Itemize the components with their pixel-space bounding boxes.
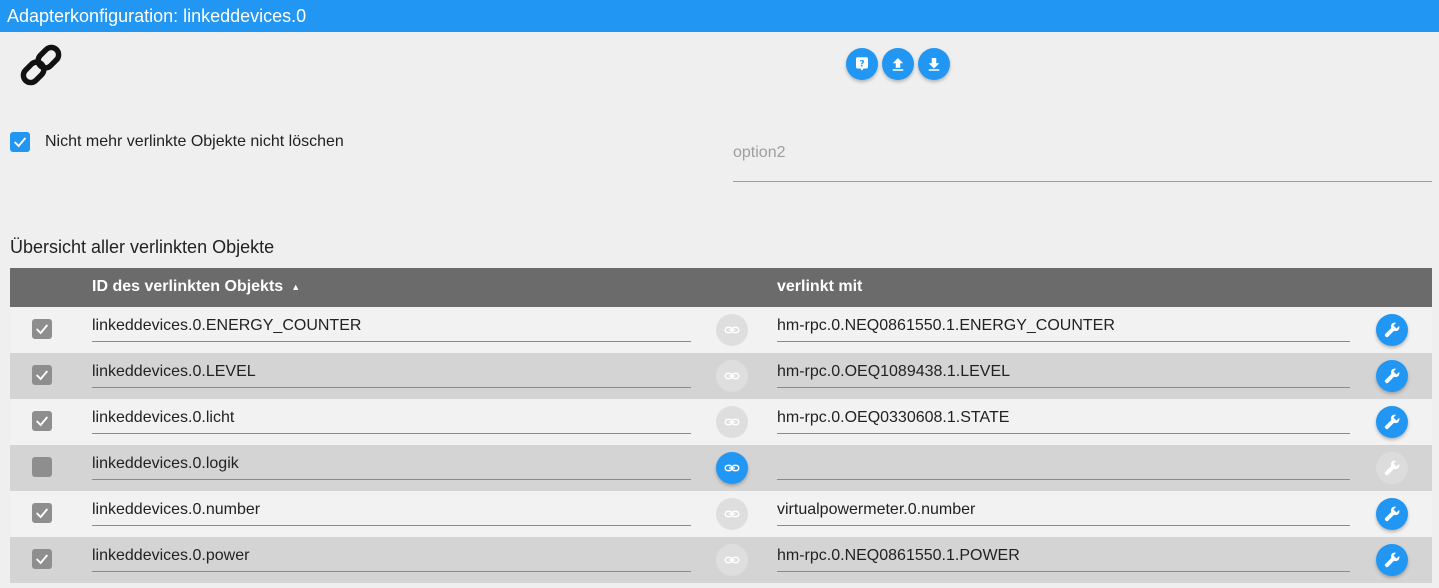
help-button[interactable]: ?	[846, 48, 878, 80]
link-icon	[724, 556, 740, 564]
link-icon	[724, 326, 740, 334]
link-button[interactable]	[716, 360, 748, 392]
linked-with-field[interactable]: hm-rpc.0.NEQ0861550.1.ENERGY_COUNTER	[777, 313, 1350, 342]
upload-icon	[892, 58, 904, 71]
row-checkbox[interactable]	[32, 549, 52, 569]
keep-objects-checkbox[interactable]	[10, 132, 30, 152]
linked-object-id-field[interactable]: linkeddevices.0.power	[92, 543, 691, 572]
table-row: linkeddevices.0.power hm-rpc.0.NEQ0861550…	[10, 537, 1432, 583]
linked-object-id-field[interactable]: linkeddevices.0.ENERGY_COUNTER	[92, 313, 691, 342]
option2-input[interactable]	[733, 138, 1432, 162]
window-title: Adapterkonfiguration: linkeddevices.0	[7, 6, 307, 26]
link-icon	[724, 510, 740, 518]
row-checkbox[interactable]	[32, 411, 52, 431]
keep-objects-label: Nicht mehr verlinkte Objekte nicht lösch…	[45, 133, 344, 150]
section-title: Übersicht aller verlinkten Objekte	[10, 237, 275, 257]
link-icon	[724, 464, 740, 472]
row-checkbox[interactable]	[32, 457, 52, 477]
checkmark-icon	[36, 554, 49, 565]
table-row: linkeddevices.0.ENERGY_COUNTER hm-rpc.0.N…	[10, 307, 1432, 353]
toolbar: ?	[846, 48, 950, 80]
link-button[interactable]	[716, 544, 748, 576]
configure-button[interactable]	[1376, 452, 1408, 484]
checkmark-icon	[36, 508, 49, 519]
svg-text:?: ?	[859, 59, 864, 69]
linked-with-field[interactable]: virtualpowermeter.0.number	[777, 497, 1350, 526]
linked-object-id-field[interactable]: linkeddevices.0.licht	[92, 405, 691, 434]
linked-with-field[interactable]: hm-rpc.0.NEQ0861550.1.POWER	[777, 543, 1350, 572]
window-title-bar: Adapterkonfiguration: linkeddevices.0	[0, 0, 1439, 32]
row-checkbox[interactable]	[32, 503, 52, 523]
link-button[interactable]	[716, 314, 748, 346]
table-row: linkeddevices.0.LEVEL hm-rpc.0.OEQ1089438…	[10, 353, 1432, 399]
checkmark-icon	[36, 370, 49, 381]
wrench-icon	[1384, 322, 1400, 338]
column-header-linked-with: verlinkt mit	[777, 278, 863, 295]
configure-button[interactable]	[1376, 544, 1408, 576]
download-button[interactable]	[918, 48, 950, 80]
checkmark-icon	[36, 324, 49, 335]
configure-button[interactable]	[1376, 360, 1408, 392]
link-logo-icon	[14, 40, 68, 90]
table-row: linkeddevices.0.logik	[10, 445, 1432, 491]
download-icon	[928, 58, 940, 71]
keep-objects-option[interactable]: Nicht mehr verlinkte Objekte nicht lösch…	[10, 132, 344, 152]
wrench-icon	[1384, 552, 1400, 568]
linked-objects-table: ID des verlinkten Objekts ▲ verlinkt mit…	[10, 268, 1432, 583]
upload-button[interactable]	[882, 48, 914, 80]
wrench-icon	[1384, 414, 1400, 430]
link-button[interactable]	[716, 498, 748, 530]
linked-object-id-field[interactable]: linkeddevices.0.number	[92, 497, 691, 526]
table-header: ID des verlinkten Objekts ▲ verlinkt mit	[10, 268, 1432, 307]
linked-with-field[interactable]	[777, 451, 1350, 480]
checkmark-icon	[14, 137, 27, 148]
wrench-icon	[1384, 368, 1400, 384]
link-button[interactable]	[716, 452, 748, 484]
table-row: linkeddevices.0.licht hm-rpc.0.OEQ0330608…	[10, 399, 1432, 445]
configure-button[interactable]	[1376, 498, 1408, 530]
column-header-id[interactable]: ID des verlinkten Objekts ▲	[92, 278, 300, 296]
link-icon	[724, 418, 740, 426]
checkmark-icon	[36, 416, 49, 427]
table-row: linkeddevices.0.number virtualpowermeter.…	[10, 491, 1432, 537]
linked-with-field[interactable]: hm-rpc.0.OEQ0330608.1.STATE	[777, 405, 1350, 434]
option2-field[interactable]	[733, 138, 1432, 182]
link-icon	[724, 372, 740, 380]
help-icon: ?	[856, 57, 868, 71]
link-button[interactable]	[716, 406, 748, 438]
row-checkbox[interactable]	[32, 365, 52, 385]
linked-with-field[interactable]: hm-rpc.0.OEQ1089438.1.LEVEL	[777, 359, 1350, 388]
table-body: linkeddevices.0.ENERGY_COUNTER hm-rpc.0.N…	[10, 307, 1432, 583]
configure-button[interactable]	[1376, 314, 1408, 346]
linked-object-id-field[interactable]: linkeddevices.0.LEVEL	[92, 359, 691, 388]
sort-ascending-icon: ▲	[291, 282, 301, 292]
wrench-icon	[1384, 460, 1400, 476]
row-checkbox[interactable]	[32, 319, 52, 339]
wrench-icon	[1384, 506, 1400, 522]
configure-button[interactable]	[1376, 406, 1408, 438]
linked-object-id-field[interactable]: linkeddevices.0.logik	[92, 451, 691, 480]
